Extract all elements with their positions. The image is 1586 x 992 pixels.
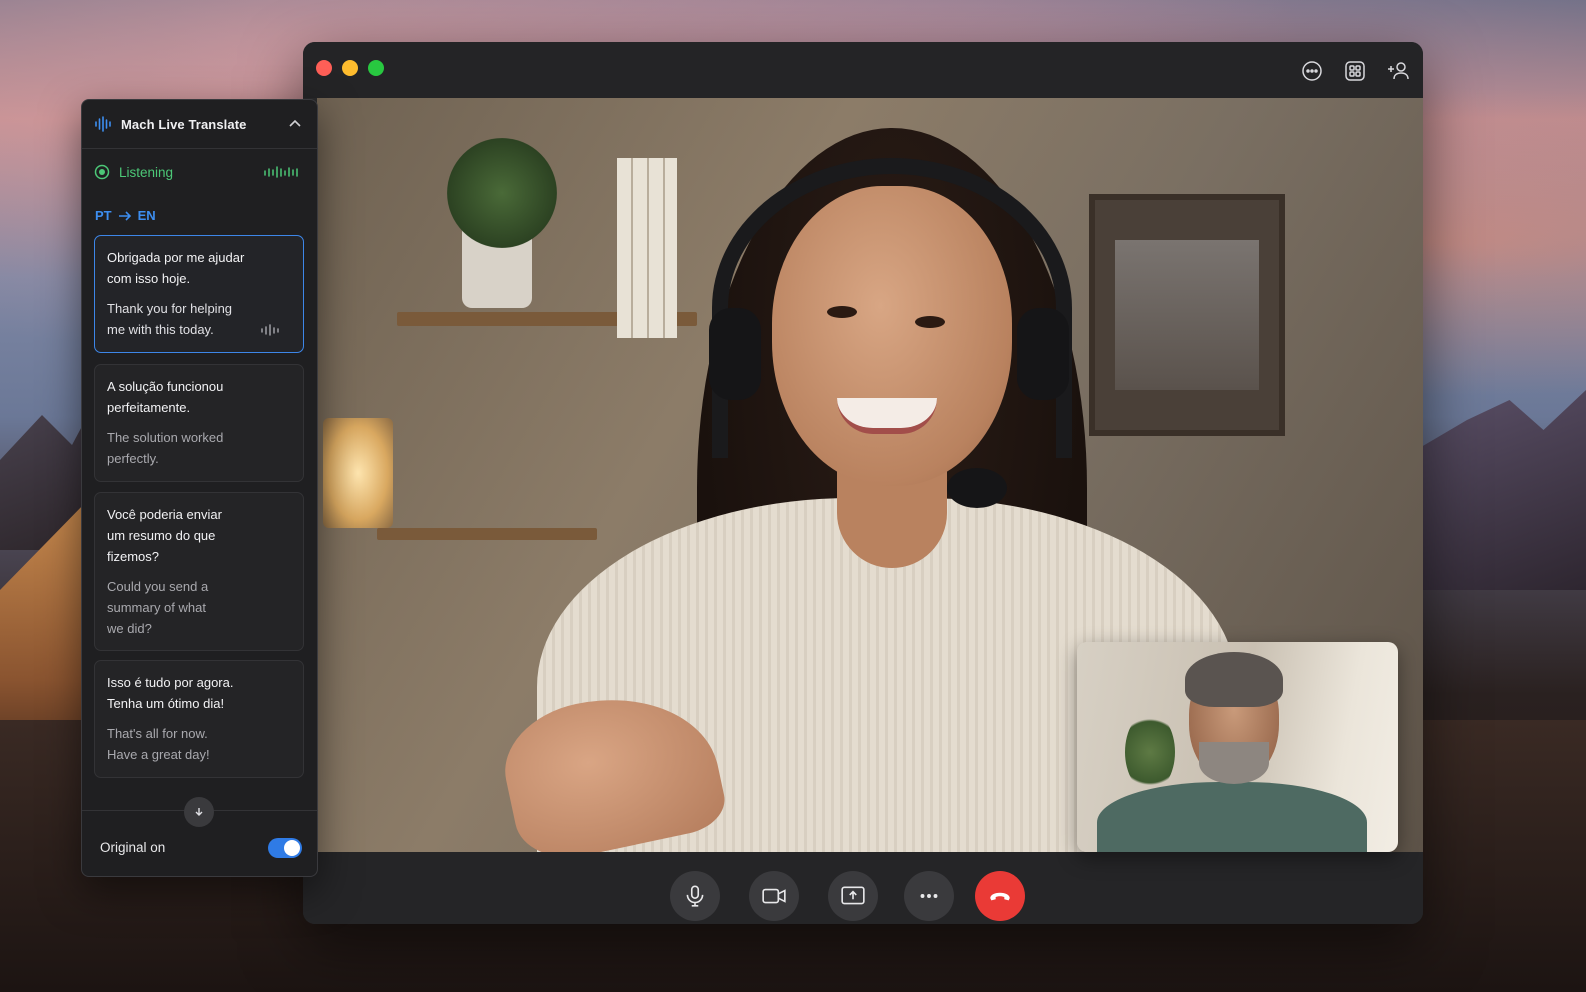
self-view-video[interactable] (1077, 642, 1398, 852)
source-text: Você poderia enviar um resumo do que fiz… (107, 507, 222, 564)
source-text: A solução funcionou perfeitamente. (107, 379, 224, 415)
speaking-wave-icon (261, 324, 279, 336)
original-toggle[interactable] (268, 838, 302, 858)
hang-up-icon (990, 892, 1010, 901)
translated-text: That's all for now. Have a great day! (107, 726, 210, 762)
chat-icon[interactable] (1300, 59, 1324, 83)
mic-button[interactable] (670, 871, 720, 921)
recording-indicator-icon (94, 164, 110, 180)
grid-view-icon[interactable] (1343, 59, 1367, 83)
toggle-knob (284, 840, 300, 856)
language-pair[interactable]: PT EN (95, 208, 156, 223)
source-language: PT (95, 208, 112, 223)
source-text: Isso é tudo por agora. Tenha um ótimo di… (107, 675, 234, 711)
maximize-window-button[interactable] (368, 60, 384, 76)
more-button[interactable] (904, 871, 954, 921)
listening-status: Listening (94, 164, 173, 180)
call-controls-bar (303, 852, 1423, 924)
live-translate-panel: Mach Live Translate Listening PT EN Obri… (81, 99, 318, 877)
panel-title: Mach Live Translate (121, 117, 247, 132)
window-titlebar (303, 42, 1423, 98)
ellipsis-icon (920, 894, 938, 898)
original-toggle-label: Original on (100, 840, 166, 855)
transcript-card[interactable]: Obrigada por me ajudar com isso hoje. Th… (94, 235, 304, 353)
status-text: Listening (119, 164, 174, 180)
target-language: EN (137, 208, 156, 223)
chevron-down-icon (195, 808, 203, 816)
share-screen-icon (841, 886, 865, 905)
video-camera-icon (762, 888, 786, 904)
transcript-card[interactable]: A solução funcionou perfeitamente. The s… (94, 364, 304, 482)
camera-button[interactable] (749, 871, 799, 921)
end-call-button[interactable] (975, 871, 1025, 921)
source-text: Obrigada por me ajudar com isso hoje. (107, 250, 245, 286)
microphone-icon (686, 885, 704, 907)
waveform-logo-icon (95, 116, 111, 132)
close-window-button[interactable] (316, 60, 332, 76)
minimize-window-button[interactable] (342, 60, 358, 76)
transcript-card[interactable]: Isso é tudo por agora. Tenha um ótimo di… (94, 660, 304, 778)
translated-text: Could you send a summary of what we did? (107, 579, 209, 636)
translated-text: The solution worked perfectly. (107, 430, 224, 466)
scroll-down-button[interactable] (184, 797, 214, 827)
panel-header: Mach Live Translate (82, 100, 317, 149)
transcript-card[interactable]: Você poderia enviar um resumo do que fiz… (94, 492, 304, 651)
add-person-icon[interactable] (1386, 59, 1410, 83)
chevron-up-icon[interactable] (287, 116, 303, 132)
arrow-right-icon (118, 210, 131, 221)
audio-level-icon (264, 166, 298, 178)
share-screen-button[interactable] (828, 871, 878, 921)
